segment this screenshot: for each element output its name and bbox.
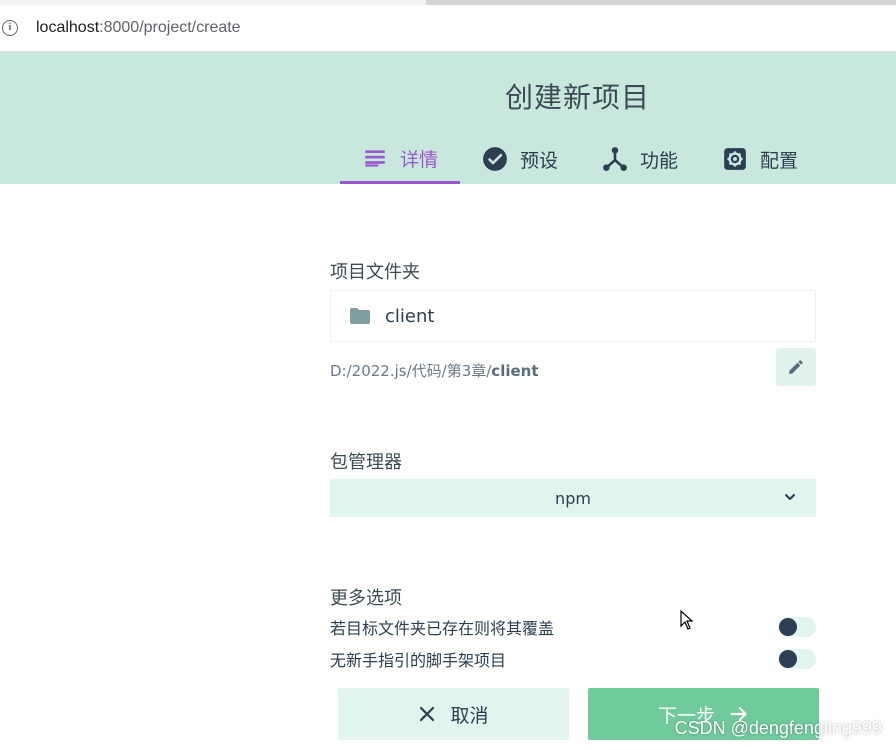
info-icon[interactable]: i <box>2 20 18 36</box>
pencil-icon <box>789 360 803 374</box>
mouse-cursor-icon <box>680 610 694 630</box>
overwrite-toggle[interactable] <box>778 617 816 637</box>
tab-label: 预设 <box>520 149 559 172</box>
cancel-button[interactable]: 取消 <box>338 688 569 740</box>
tab-presets[interactable]: 预设 <box>460 136 580 182</box>
gear-icon <box>724 148 746 170</box>
folder-input[interactable]: client <box>330 290 816 342</box>
package-manager-select[interactable]: npm <box>330 479 816 517</box>
folder-value: client <box>385 305 435 327</box>
no-guide-toggle[interactable] <box>778 649 816 669</box>
tab-features[interactable]: 功能 <box>580 136 700 182</box>
tab-label: 配置 <box>760 149 799 172</box>
option-label: 若目标文件夹已存在则将其覆盖 <box>330 619 555 638</box>
watermark: CSDN @dengfengling999 <box>674 718 882 738</box>
edit-path-button[interactable] <box>776 348 816 386</box>
chevron-down-icon <box>785 494 795 500</box>
step-tabs: 详情 预设 功能 配置 <box>340 136 820 184</box>
browser-tab-strip <box>0 0 896 5</box>
page-title: 创建新项目 <box>505 81 651 114</box>
browser-address-bar: i localhost:8000/project/create <box>0 0 896 52</box>
folder-path: D:/2022.js/代码/第3章/client <box>330 362 539 380</box>
tab-details[interactable]: 详情 <box>340 136 461 184</box>
more-options-label: 更多选项 <box>330 588 402 609</box>
list-icon <box>365 149 385 167</box>
select-value: npm <box>555 488 591 508</box>
tab-label: 功能 <box>640 149 679 172</box>
option-overwrite: 若目标文件夹已存在则将其覆盖 <box>330 615 816 639</box>
check-circle-icon <box>483 147 507 171</box>
option-no-guide: 无新手指引的脚手架项目 <box>330 647 816 671</box>
page-header: 创建新项目 详情 预设 功能 配置 <box>0 52 896 184</box>
folder-label: 项目文件夹 <box>330 262 420 283</box>
tab-config[interactable]: 配置 <box>700 136 820 182</box>
url-field[interactable]: localhost:8000/project/create <box>36 19 241 37</box>
option-label: 无新手指引的脚手架项目 <box>330 651 507 670</box>
close-icon <box>420 706 435 722</box>
tab-label: 详情 <box>400 149 439 171</box>
folder-icon <box>350 308 370 324</box>
features-icon <box>603 147 627 171</box>
package-manager-label: 包管理器 <box>330 452 402 473</box>
